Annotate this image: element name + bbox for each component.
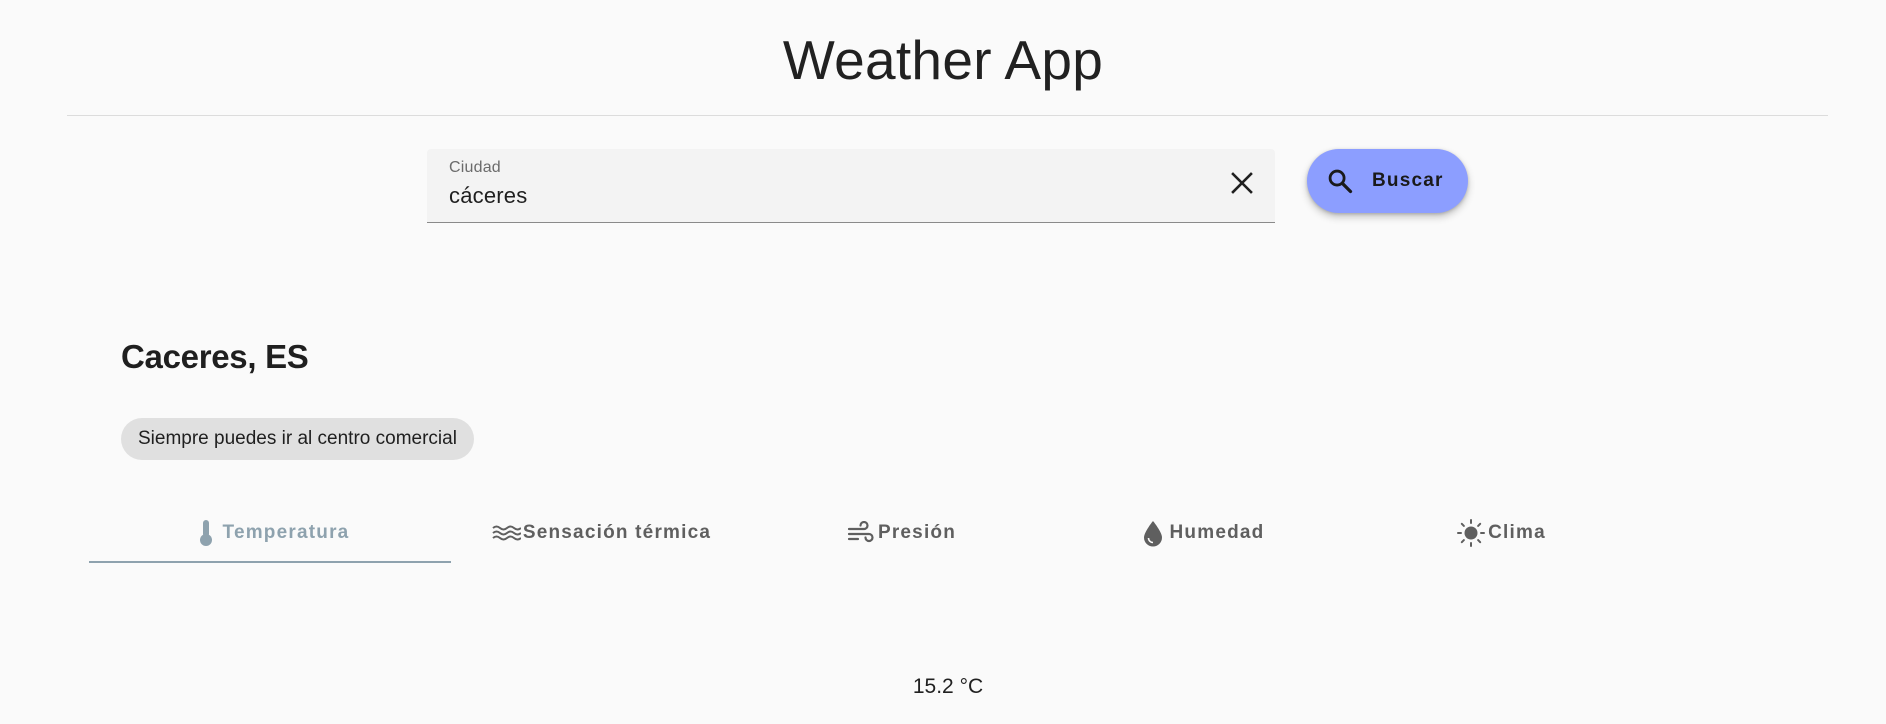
header-divider [67,115,1828,116]
search-button-label: Buscar [1372,170,1444,191]
city-input-value[interactable]: cáceres [449,183,527,209]
search-button[interactable]: Buscar [1307,149,1468,213]
tab-presion[interactable]: Presión [751,505,1051,561]
water-drop-icon [1138,518,1168,548]
thermometer-icon [191,518,221,548]
advice-text: Siempre puedes ir al centro comercial [138,428,457,449]
advice-chip: Siempre puedes ir al centro comercial [121,418,474,460]
location-title: Caceres, ES [121,338,309,375]
app-title: Weather App [782,29,1104,91]
city-input-label: Ciudad [449,159,501,176]
tab-sensacion-termica[interactable]: Sensación térmica [451,505,751,561]
metric-tabs: Temperatura Sensación térmica Presión Hu… [89,505,1813,563]
search-icon [1325,166,1355,196]
sun-icon [1456,518,1486,548]
waves-icon [491,518,521,548]
tab-clima-label: Clima [1488,522,1546,543]
tab-temperatura[interactable]: Temperatura [89,505,451,561]
weather-app-page: Weather App Ciudad cáceres Buscar Cacere… [0,0,1886,724]
tab-sensacion-termica-label: Sensación térmica [522,522,712,543]
temperature-value: 15.2 °C [912,675,984,698]
active-tab-indicator [89,561,451,563]
clear-button[interactable] [1225,168,1259,202]
tab-humedad[interactable]: Humedad [1051,505,1351,561]
wind-icon [846,518,876,548]
tab-humedad-label: Humedad [1169,522,1265,543]
tab-temperatura-label: Temperatura [222,522,350,543]
close-icon [1231,171,1253,199]
tab-clima[interactable]: Clima [1351,505,1651,561]
city-input[interactable]: Ciudad cáceres [427,149,1275,223]
tab-presion-label: Presión [877,522,957,543]
